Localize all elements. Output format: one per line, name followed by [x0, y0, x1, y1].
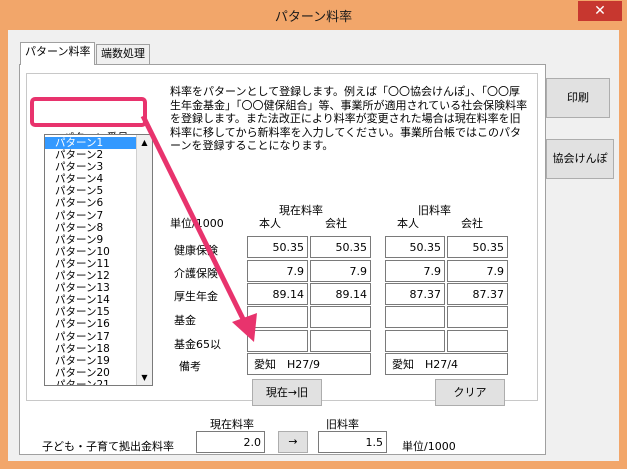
pattern-list-item[interactable]: パターン3 — [45, 161, 136, 173]
pattern-list-item[interactable]: パターン17 — [45, 331, 136, 343]
health-old-employee-field[interactable] — [385, 236, 445, 258]
scroll-up-icon[interactable]: ▲ — [138, 136, 151, 149]
row-label-fund65: 基金65以 — [174, 338, 221, 351]
child-unit-label: 単位/1000 — [402, 440, 456, 453]
pattern-list-item[interactable]: パターン10 — [45, 246, 136, 258]
move-current-to-old-button[interactable]: 現在→旧 — [252, 379, 322, 406]
scroll-down-icon[interactable]: ▼ — [138, 371, 151, 384]
care-old-employee-field[interactable] — [385, 260, 445, 282]
row-label-care: 介護保険 — [174, 267, 218, 280]
pattern-list-item[interactable]: パターン14 — [45, 294, 136, 306]
row-label-health: 健康保険 — [174, 244, 218, 257]
list-scrollbar[interactable]: ▲ ▼ — [136, 135, 152, 385]
clear-button[interactable]: クリア — [435, 379, 505, 406]
pattern-list-item[interactable]: パターン6 — [45, 197, 136, 209]
pattern-list-items: パターン1 パターン2 パターン3 パターン4 パターン5 パターン6 パターン7 パターン8… — [45, 137, 136, 385]
pattern-list-item[interactable]: パターン18 — [45, 343, 136, 355]
pattern-list-item[interactable]: パターン11 — [45, 258, 136, 270]
child-current-field[interactable] — [196, 431, 265, 453]
pattern-list-item[interactable]: パターン4 — [45, 173, 136, 185]
print-button[interactable]: 印刷 — [546, 78, 610, 118]
pension-current-company-field[interactable] — [310, 283, 371, 305]
fund-current-employee-field[interactable] — [247, 306, 308, 328]
fund-old-employee-field[interactable] — [385, 306, 445, 328]
description-text: 料率をパターンとして登録します。例えば「〇〇協会けんぽ」、「〇〇厚生年金基金」「… — [170, 85, 528, 152]
care-current-employee-field[interactable] — [247, 260, 308, 282]
tab-panel: パターン番号 パターン1パターン2パターン3パターン4パターン5パターン6パター… — [19, 64, 546, 455]
tab-rounding[interactable]: 端数処理 — [96, 44, 150, 64]
fund-current-company-field[interactable] — [310, 306, 371, 328]
remarks-current-field[interactable] — [247, 353, 371, 375]
pattern-list-item[interactable]: パターン7 — [45, 210, 136, 222]
pattern-list-item[interactable]: パターン21 — [45, 379, 136, 385]
close-button[interactable]: ✕ — [578, 1, 622, 21]
pattern-list-item[interactable]: パターン5 — [45, 185, 136, 197]
pattern-list-item[interactable]: パターン2 — [45, 149, 136, 161]
unit-label: 単位/1000 — [170, 217, 224, 230]
pattern-list-item[interactable]: パターン12 — [45, 270, 136, 282]
kyokai-kenpo-button[interactable]: 協会けんぽ — [546, 139, 614, 179]
child-current-header: 現在料率 — [210, 418, 254, 431]
care-old-company-field[interactable] — [447, 260, 508, 282]
fund65-old-company-field[interactable] — [447, 330, 508, 352]
health-current-company-field[interactable] — [310, 236, 371, 258]
health-old-company-field[interactable] — [447, 236, 508, 258]
remarks-old-field[interactable] — [385, 353, 508, 375]
pattern-list-item[interactable]: パターン20 — [45, 367, 136, 379]
old-employee-header: 本人 — [397, 217, 419, 230]
pattern-listbox[interactable]: パターン1 パターン2 パターン3 パターン4 パターン5 パターン6 パターン7 パターン8… — [44, 134, 153, 386]
tab-pattern-rate[interactable]: パターン料率 — [20, 42, 96, 65]
pattern-list-item[interactable]: パターン9 — [45, 234, 136, 246]
row-label-fund: 基金 — [174, 314, 196, 327]
pension-current-employee-field[interactable] — [247, 283, 308, 305]
copy-arrow-button[interactable]: → — [278, 431, 308, 453]
pension-old-employee-field[interactable] — [385, 283, 445, 305]
child-old-header: 旧料率 — [326, 418, 359, 431]
app-window: パターン料率 ✕ パターン料率 端数処理 パターン番号 パターン1パターン2パタ… — [0, 0, 627, 469]
child-old-field[interactable] — [318, 431, 387, 453]
window-title: パターン料率 — [274, 10, 353, 25]
old-company-header: 会社 — [461, 217, 483, 230]
row-label-pension: 厚生年金 — [174, 290, 218, 303]
fund65-current-company-field[interactable] — [310, 330, 371, 352]
pattern-list-item[interactable]: パターン16 — [45, 318, 136, 330]
remarks-label: 備考 — [179, 360, 201, 373]
care-current-company-field[interactable] — [310, 260, 371, 282]
pattern-list-item[interactable]: パターン15 — [45, 306, 136, 318]
client-area: パターン料率 端数処理 パターン番号 パターン1パターン2パターン3パターン4パ… — [8, 30, 619, 461]
pattern-list-item[interactable]: パターン13 — [45, 282, 136, 294]
pension-old-company-field[interactable] — [447, 283, 508, 305]
pattern-list-item[interactable]: パターン1 — [45, 137, 136, 150]
health-current-employee-field[interactable] — [247, 236, 308, 258]
fund-old-company-field[interactable] — [447, 306, 508, 328]
fund65-old-employee-field[interactable] — [385, 330, 445, 352]
current-rate-header: 現在料率 — [279, 204, 323, 217]
current-employee-header: 本人 — [259, 217, 281, 230]
child-contribution-label: 子ども・子育て拠出金料率 — [42, 440, 174, 453]
pattern-list-item[interactable]: パターン19 — [45, 355, 136, 367]
current-company-header: 会社 — [325, 217, 347, 230]
title-bar: パターン料率 ✕ — [0, 0, 627, 30]
old-rate-header: 旧料率 — [418, 204, 451, 217]
pattern-list-item[interactable]: パターン8 — [45, 222, 136, 234]
fund65-current-employee-field[interactable] — [247, 330, 308, 352]
rate-group: パターン番号 パターン1パターン2パターン3パターン4パターン5パターン6パター… — [26, 73, 538, 406]
